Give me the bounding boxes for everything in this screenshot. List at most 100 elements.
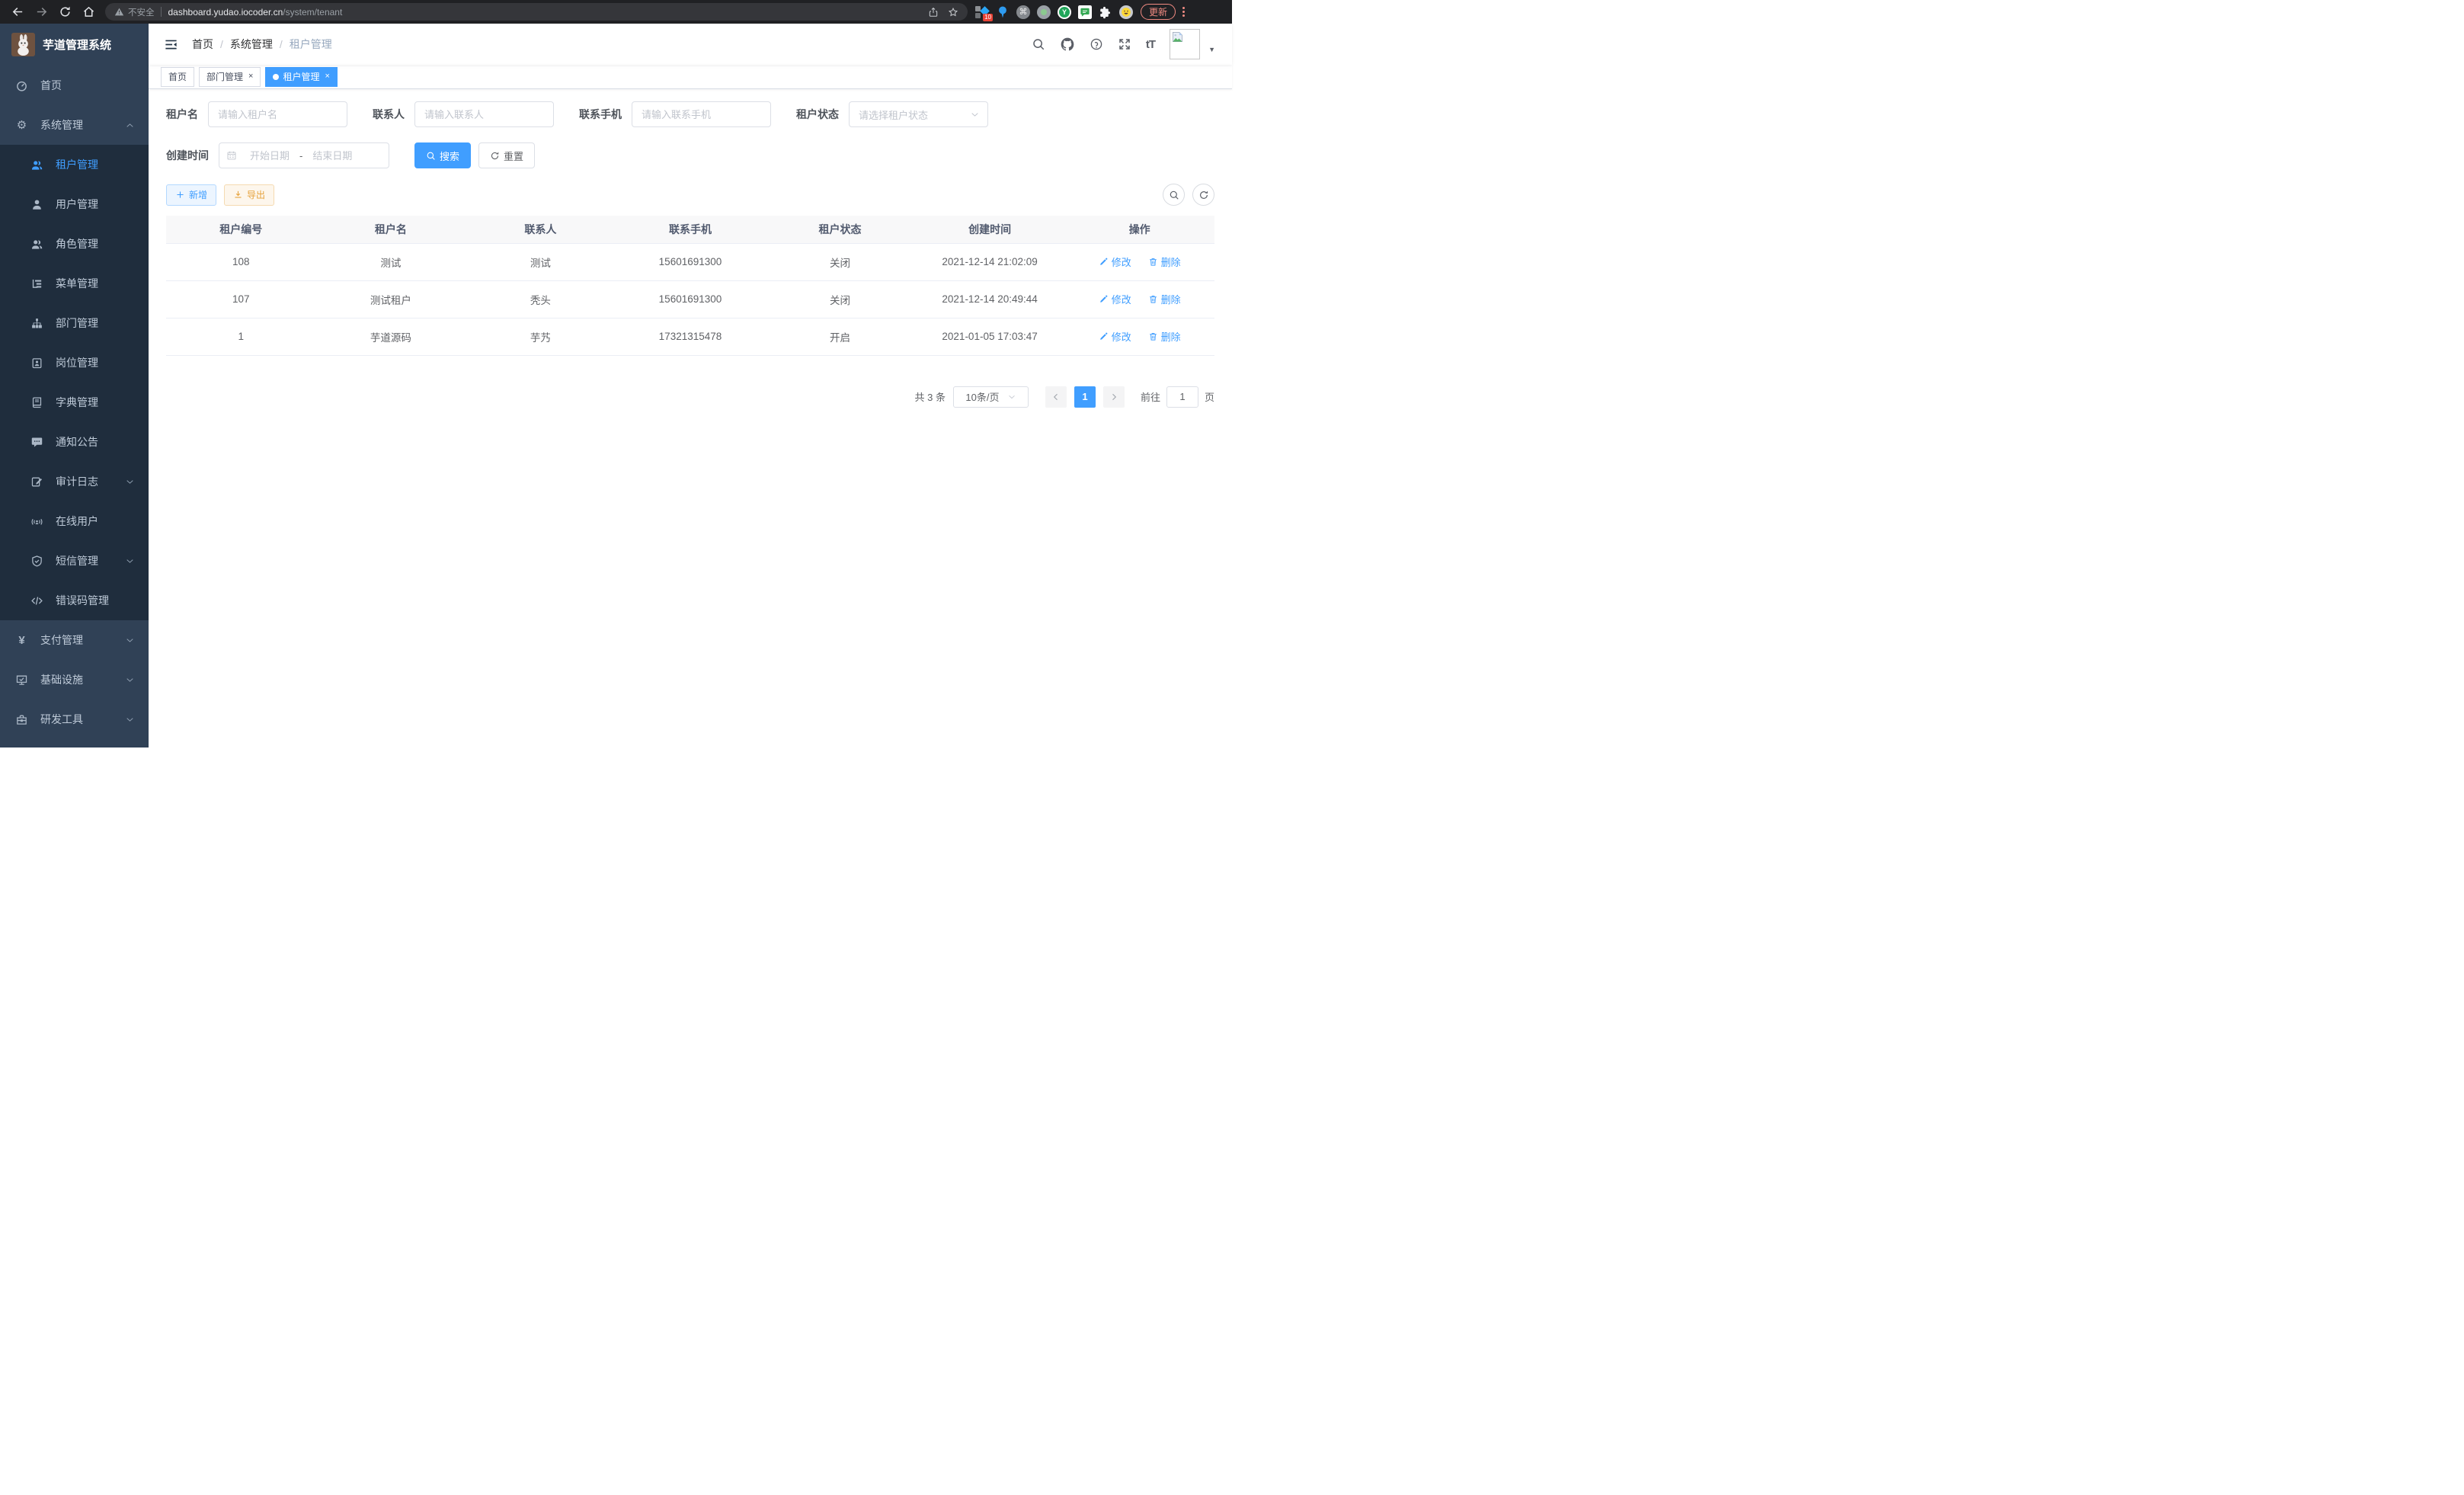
- sidebar-item-post[interactable]: 岗位管理: [0, 343, 149, 383]
- search-icon[interactable]: [1032, 37, 1045, 51]
- create-time-label: 创建时间: [166, 148, 209, 163]
- mobile-label: 联系手机: [579, 107, 622, 122]
- mobile-input[interactable]: [632, 101, 771, 127]
- address-bar[interactable]: 不安全 dashboard.yudao.iocoder.cn /system/t…: [105, 3, 968, 21]
- create-time-range-picker[interactable]: -: [219, 142, 389, 168]
- org-chart-icon: [30, 317, 43, 330]
- chevron-left-icon: [1051, 392, 1061, 402]
- reset-button[interactable]: 重置: [478, 142, 535, 168]
- close-icon[interactable]: ×: [247, 72, 253, 81]
- tenant-name-input[interactable]: [208, 101, 347, 127]
- sidebar-item-system[interactable]: ⚙ 系统管理: [0, 105, 149, 145]
- delete-link[interactable]: 删除: [1148, 292, 1181, 306]
- sidebar-item-menu[interactable]: 菜单管理: [0, 264, 149, 303]
- edit-link[interactable]: 修改: [1099, 292, 1131, 306]
- toggle-search-button[interactable]: [1163, 184, 1185, 206]
- sidebar-item-notice[interactable]: 通知公告: [0, 422, 149, 462]
- sidebar-item-error-code[interactable]: 错误码管理: [0, 581, 149, 620]
- chevron-down-icon: [1007, 392, 1016, 402]
- extension-dot-icon[interactable]: [1037, 5, 1051, 19]
- edit-link[interactable]: 修改: [1099, 329, 1131, 344]
- export-button[interactable]: 导出: [224, 184, 274, 206]
- browser-reload-icon[interactable]: [59, 5, 72, 18]
- delete-link[interactable]: 删除: [1148, 255, 1181, 269]
- browser-forward-icon[interactable]: [35, 5, 48, 18]
- sidebar-item-infra[interactable]: 基础设施: [0, 660, 149, 699]
- tab-home[interactable]: 首页: [161, 67, 194, 87]
- sidebar-item-sms[interactable]: 短信管理: [0, 541, 149, 581]
- user-icon: [30, 198, 43, 211]
- prev-page-button[interactable]: [1045, 386, 1067, 408]
- page-size-select[interactable]: 10条/页: [953, 386, 1029, 408]
- close-icon[interactable]: ×: [323, 72, 329, 81]
- extension-badge: 10: [983, 14, 993, 21]
- fullscreen-icon[interactable]: [1118, 37, 1131, 51]
- chevron-down-icon: [125, 675, 135, 685]
- extension-cmd-icon[interactable]: ⌘: [1016, 5, 1030, 19]
- pencil-icon: [1099, 331, 1109, 341]
- table-row: 1 芋道源码 芋艿 17321315478 开启 2021-01-05 17:0…: [166, 318, 1214, 355]
- extension-tabs-icon[interactable]: 10: [975, 5, 989, 19]
- next-page-button[interactable]: [1103, 386, 1125, 408]
- extension-puzzle-icon[interactable]: [1099, 5, 1112, 19]
- bookmark-star-icon[interactable]: [948, 7, 958, 18]
- page-unit-label: 页: [1205, 389, 1214, 404]
- extensions-area: 10 ⌘ Y: [975, 5, 1133, 19]
- refresh-icon: [1198, 190, 1209, 200]
- tree-icon: [30, 277, 43, 290]
- tab-tenant[interactable]: 租户管理 ×: [265, 67, 337, 87]
- sidebar-collapse-icon[interactable]: [164, 37, 178, 52]
- status-select[interactable]: 请选择租户状态: [849, 101, 988, 127]
- breadcrumb: 首页 / 系统管理 / 租户管理: [192, 37, 332, 52]
- browser-update-button[interactable]: 更新: [1141, 4, 1176, 20]
- not-secure-warning-icon: [114, 7, 124, 17]
- search-button[interactable]: 搜索: [414, 142, 471, 168]
- col-actions: 操作: [1064, 216, 1214, 243]
- id-badge-icon: [30, 357, 43, 370]
- extension-y-icon[interactable]: Y: [1058, 5, 1071, 19]
- share-icon[interactable]: [928, 7, 939, 18]
- app-logo-row[interactable]: 芋道管理系统: [0, 24, 149, 66]
- chevron-down-icon: [125, 477, 135, 487]
- goto-page-input[interactable]: [1166, 386, 1198, 408]
- browser-back-icon[interactable]: [11, 5, 24, 18]
- col-contact: 联系人: [466, 216, 616, 243]
- tab-dept[interactable]: 部门管理 ×: [199, 67, 261, 87]
- not-secure-label[interactable]: 不安全: [128, 6, 155, 18]
- sidebar-item-tenant[interactable]: 租户管理: [0, 145, 149, 184]
- table-row: 107 测试租户 秃头 15601691300 关闭 2021-12-14 20…: [166, 280, 1214, 318]
- refresh-table-button[interactable]: [1192, 184, 1214, 206]
- edit-link[interactable]: 修改: [1099, 255, 1131, 269]
- sidebar-item-user[interactable]: 用户管理: [0, 184, 149, 224]
- breadcrumb-home[interactable]: 首页: [192, 37, 213, 52]
- extension-balloon-icon[interactable]: [996, 5, 1010, 19]
- sidebar-item-home[interactable]: 首页: [0, 66, 149, 105]
- extension-chat-icon[interactable]: [1078, 5, 1092, 19]
- sidebar-item-audit-log[interactable]: 审计日志: [0, 462, 149, 501]
- download-icon: [233, 190, 243, 200]
- extension-emoji-icon[interactable]: [1119, 5, 1133, 19]
- search-icon: [426, 151, 436, 161]
- sidebar-item-dict[interactable]: 字典管理: [0, 383, 149, 422]
- date-start-input[interactable]: [242, 150, 298, 162]
- add-button[interactable]: 新增: [166, 184, 216, 206]
- sidebar-submenu-system: 租户管理 用户管理 角色管理 菜单管理 部门管理: [0, 145, 149, 620]
- delete-link[interactable]: 删除: [1148, 329, 1181, 344]
- avatar[interactable]: [1170, 29, 1200, 59]
- sidebar-item-role[interactable]: 角色管理: [0, 224, 149, 264]
- page-number-button[interactable]: 1: [1074, 386, 1096, 408]
- sidebar-item-online-user[interactable]: 在线用户: [0, 501, 149, 541]
- sidebar-item-dev-tools[interactable]: 研发工具: [0, 699, 149, 739]
- browser-home-icon[interactable]: [82, 5, 95, 18]
- help-icon[interactable]: [1090, 37, 1103, 51]
- github-icon[interactable]: [1060, 37, 1075, 52]
- breadcrumb-system[interactable]: 系统管理: [230, 37, 273, 52]
- browser-menu-icon[interactable]: [1182, 7, 1185, 17]
- date-end-input[interactable]: [304, 150, 360, 162]
- col-mobile: 联系手机: [616, 216, 766, 243]
- sidebar-item-dept[interactable]: 部门管理: [0, 303, 149, 343]
- avatar-caret-icon[interactable]: ▼: [1208, 46, 1215, 59]
- font-size-icon[interactable]: tT: [1146, 38, 1155, 51]
- sidebar-item-pay[interactable]: ¥ 支付管理: [0, 620, 149, 660]
- contact-input[interactable]: [414, 101, 554, 127]
